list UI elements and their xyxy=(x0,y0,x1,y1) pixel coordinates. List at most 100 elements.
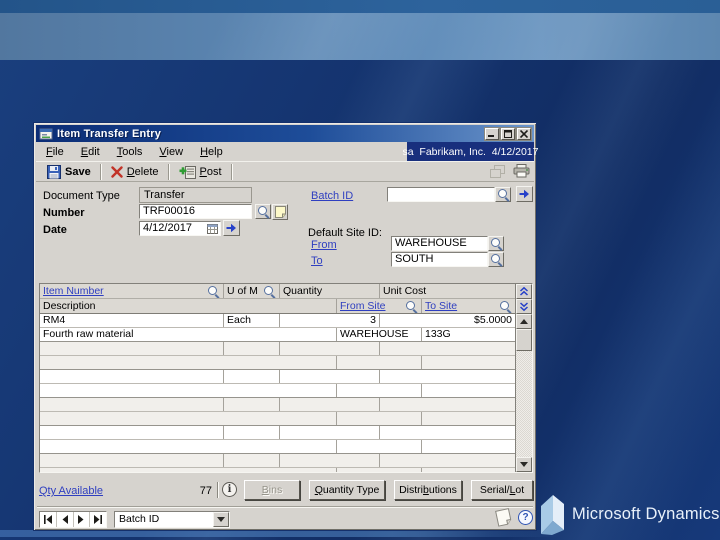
previous-record-button[interactable] xyxy=(57,512,74,527)
lookup-magnifier-icon xyxy=(490,253,503,266)
uofm-header: U of M xyxy=(227,285,258,297)
save-icon xyxy=(47,164,61,179)
menu-bar: File Edit Tools View Help sa Fabrikam, I… xyxy=(36,142,539,161)
scrollbar-thumb[interactable] xyxy=(516,329,532,351)
grid-header-row-2: Description From Site To Site xyxy=(40,299,515,314)
to-site-header-link[interactable]: To Site xyxy=(425,299,457,313)
grid-empty-row[interactable] xyxy=(40,342,515,370)
expand-rows-button[interactable] xyxy=(516,284,532,299)
batch-id-field[interactable] xyxy=(387,187,495,202)
number-field[interactable]: TRF00016 xyxy=(139,204,252,219)
chevron-up-icon xyxy=(519,286,529,296)
menu-view[interactable]: View xyxy=(159,146,183,158)
default-site-label: Default Site ID: xyxy=(308,227,382,239)
grid-empty-row[interactable] xyxy=(40,454,515,472)
menu-help[interactable]: Help xyxy=(200,146,223,158)
cell-unit-cost[interactable]: $5.0000 xyxy=(380,314,515,327)
layout-cascade-icon[interactable] xyxy=(490,164,505,178)
grid-empty-row[interactable] xyxy=(40,426,515,454)
scroll-up-button[interactable] xyxy=(516,314,532,329)
from-site-lookup-icon[interactable] xyxy=(405,300,418,313)
grid-header-row-1: Item Number U of M Quantity Unit Cost xyxy=(40,284,515,299)
menu-tools[interactable]: Tools xyxy=(117,146,143,158)
item-transfer-entry-window: Item Transfer Entry File Edit Tools View… xyxy=(33,122,539,531)
note-attach-button[interactable] xyxy=(272,204,288,220)
to-site-field[interactable]: SOUTH xyxy=(391,252,488,267)
from-site-link[interactable]: From xyxy=(311,239,337,251)
cell-quantity[interactable]: 3 xyxy=(280,314,380,327)
minimize-button[interactable] xyxy=(485,127,499,140)
close-button[interactable] xyxy=(517,127,531,140)
to-site-lookup-button[interactable] xyxy=(488,252,504,267)
batch-id-lookup-button[interactable] xyxy=(495,187,511,202)
date-value: 4/12/2017 xyxy=(143,222,192,234)
cell-description[interactable]: Fourth raw material xyxy=(40,328,337,341)
distributions-button[interactable]: Distri b utions xyxy=(394,480,462,500)
background-bottom-glow xyxy=(0,530,560,537)
save-button[interactable]: Save xyxy=(43,164,95,179)
background-top-strip xyxy=(0,0,720,13)
line-items-grid: Item Number U of M Quantity Unit Cost De… xyxy=(39,283,533,473)
bottom-divider xyxy=(37,506,533,508)
batch-id-expand-button[interactable] xyxy=(516,186,533,202)
date-field[interactable]: 4/12/2017 xyxy=(139,221,221,236)
lookup-magnifier-icon xyxy=(497,188,510,201)
from-site-header-link[interactable]: From Site xyxy=(340,299,386,313)
quantity-header: Quantity xyxy=(280,284,380,298)
blue-arrow-icon xyxy=(226,223,236,233)
triangle-down-icon xyxy=(217,517,225,522)
info-button[interactable]: i xyxy=(222,482,237,497)
delete-label: Delete xyxy=(126,165,159,178)
post-button[interactable]: Post xyxy=(175,165,226,179)
next-record-button[interactable] xyxy=(74,512,91,527)
sort-by-combo[interactable]: Batch ID xyxy=(114,511,230,528)
blue-arrow-icon xyxy=(519,189,529,199)
item-number-lookup-icon[interactable] xyxy=(207,285,220,298)
grid-empty-row[interactable] xyxy=(40,398,515,426)
combo-dropdown-button[interactable] xyxy=(213,512,229,527)
to-site-link[interactable]: To xyxy=(311,255,323,267)
help-button[interactable]: ? xyxy=(518,510,533,525)
first-record-button[interactable] xyxy=(40,512,57,527)
unit-cost-header: Unit Cost xyxy=(383,285,427,297)
serial-lot-button[interactable]: Serial/Lot xyxy=(471,480,533,500)
date-expand-button[interactable] xyxy=(223,220,240,236)
collapse-rows-button[interactable] xyxy=(516,299,532,314)
grid-scrollbar xyxy=(515,284,532,472)
save-label: Save xyxy=(65,165,91,178)
last-record-button[interactable] xyxy=(90,512,106,527)
quantity-type-button[interactable]: Quantity Type xyxy=(309,480,385,500)
post-icon xyxy=(179,165,196,179)
from-site-field[interactable]: WAREHOUSE xyxy=(391,236,488,251)
calendar-icon[interactable] xyxy=(207,224,218,234)
window-note-button[interactable] xyxy=(493,507,514,528)
menu-file[interactable]: File xyxy=(46,146,64,158)
bins-button[interactable]: Bins xyxy=(244,480,300,500)
status-company-date: sa Fabrikam, Inc. 4/12/2017 xyxy=(403,142,539,161)
scroll-down-button[interactable] xyxy=(516,457,532,472)
menu-edit[interactable]: Edit xyxy=(81,146,100,158)
item-number-header-link[interactable]: Item Number xyxy=(43,284,104,298)
qty-available-value: 77 xyxy=(199,485,212,497)
qty-available-link[interactable]: Qty Available xyxy=(39,485,103,497)
grid-empty-row[interactable] xyxy=(40,370,515,398)
number-lookup-button[interactable] xyxy=(255,204,271,219)
cell-item-number[interactable]: RM4 xyxy=(40,314,224,327)
batch-id-link[interactable]: Batch ID xyxy=(311,190,353,202)
uofm-lookup-icon[interactable] xyxy=(263,285,276,298)
cell-to-site[interactable]: 133G xyxy=(422,328,515,341)
date-label: Date xyxy=(43,224,67,236)
print-icon[interactable] xyxy=(513,164,530,178)
to-site-lookup-icon[interactable] xyxy=(499,300,512,313)
document-type-field[interactable]: Transfer xyxy=(139,187,252,203)
cell-from-site[interactable]: WAREHOUSE xyxy=(337,328,422,341)
toolbar: Save Delete Post xyxy=(36,161,534,182)
grid-row-1: RM4 Each 3 $5.0000 Fourth raw material W… xyxy=(40,314,515,342)
delete-button[interactable]: Delete xyxy=(107,166,163,178)
footer-divider xyxy=(217,482,218,498)
triangle-up-icon xyxy=(520,319,528,324)
cell-uofm[interactable]: Each xyxy=(224,314,280,327)
from-site-lookup-button[interactable] xyxy=(488,236,504,251)
maximize-button[interactable] xyxy=(501,127,515,140)
dynamics-logo-icon xyxy=(541,494,564,535)
